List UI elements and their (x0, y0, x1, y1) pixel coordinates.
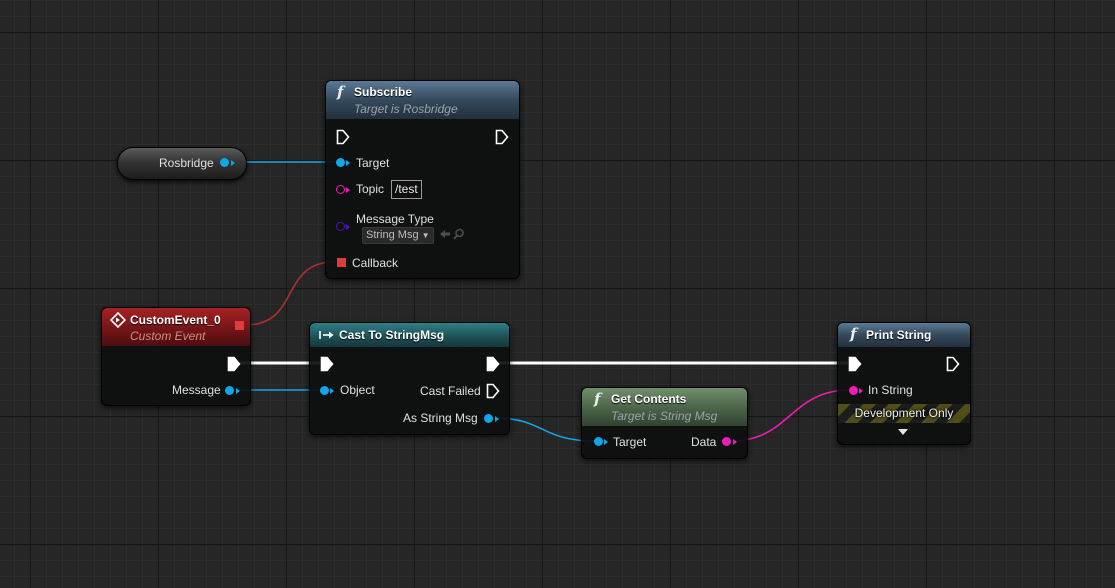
rosbridge-output-pin[interactable] (220, 158, 229, 167)
pin-arrow-icon (330, 388, 334, 394)
as-string-msg-output-pin[interactable] (484, 414, 493, 423)
pin-arrow-icon (859, 388, 863, 394)
message-type-label: Message Type (356, 212, 434, 226)
subscribe-node-title: Subscribe (354, 85, 413, 99)
custom-event-node[interactable]: CustomEvent_0 Custom Event Message (101, 307, 251, 406)
exec-output-pin[interactable] (227, 356, 241, 372)
print-string-node-title: Print String (866, 328, 932, 342)
custom-event-node-title: CustomEvent_0 (130, 313, 221, 327)
rosbridge-variable-label: Rosbridge (159, 156, 214, 170)
function-icon: f (850, 325, 857, 343)
topic-label: Topic (356, 182, 385, 196)
event-delegate-output-pin[interactable] (235, 321, 244, 330)
pin-arrow-icon (495, 416, 499, 422)
print-string-node[interactable]: f Print String In String Development Onl… (837, 322, 971, 445)
object-input-pin[interactable] (320, 386, 329, 395)
dropdown-arrow-icon: ▼ (421, 231, 430, 240)
pin-arrow-icon (231, 160, 235, 166)
in-string-label: In String (868, 383, 913, 397)
exec-output-pin[interactable] (495, 129, 509, 145)
subscribe-node[interactable]: f Subscribe Target is Rosbridge Target T… (325, 80, 520, 279)
function-icon: f (594, 390, 601, 408)
object-label: Object (340, 383, 375, 397)
pin-arrow-icon (346, 187, 350, 193)
exec-output-pin[interactable] (486, 356, 500, 372)
browse-asset-search-icon[interactable] (453, 228, 465, 240)
data-output-pin[interactable] (722, 437, 731, 446)
pin-arrow-icon (604, 439, 608, 445)
function-icon: f (337, 83, 344, 101)
get-contents-node-title: Get Contents (611, 392, 687, 406)
data-label: Data (691, 435, 717, 449)
cast-failed-exec-pin[interactable] (486, 383, 500, 399)
event-diamond-icon (110, 312, 126, 328)
as-string-msg-label: As String Msg (403, 411, 478, 425)
development-only-label: Development Only (854, 406, 954, 420)
in-string-input-pin[interactable] (849, 386, 858, 395)
exec-input-pin[interactable] (336, 129, 350, 145)
pin-arrow-icon (733, 439, 737, 445)
cast-to-stringmsg-node[interactable]: Cast To StringMsg Object Cast Failed As … (309, 322, 510, 435)
target-label: Target (613, 435, 647, 449)
target-input-pin[interactable] (594, 437, 603, 446)
pin-arrow-icon (346, 160, 350, 166)
use-selected-asset-icon[interactable] (439, 229, 451, 239)
exec-input-pin[interactable] (320, 356, 334, 372)
pin-arrow-icon (236, 388, 240, 394)
topic-input-pin[interactable] (336, 185, 345, 194)
custom-event-node-subtitle: Custom Event (130, 329, 206, 343)
message-label: Message (172, 383, 221, 397)
pin-arrow-icon (346, 224, 350, 230)
message-type-input-pin[interactable] (336, 222, 345, 231)
wire-data-to-in-string[interactable] (730, 389, 851, 442)
connection-wires (232, 161, 851, 442)
subscribe-node-subtitle: Target is Rosbridge (354, 102, 458, 116)
message-type-value: String Msg (366, 229, 419, 241)
exec-output-pin[interactable] (946, 356, 960, 372)
target-input-pin[interactable] (336, 158, 345, 167)
cast-failed-label: Cast Failed (420, 384, 481, 398)
cast-icon (319, 331, 334, 339)
exec-input-pin[interactable] (848, 356, 862, 372)
topic-text-field[interactable]: /test (391, 180, 422, 199)
cast-node-title: Cast To StringMsg (339, 328, 445, 342)
get-contents-node[interactable]: f Get Contents Target is String Msg Targ… (581, 387, 748, 459)
get-contents-node-subtitle: Target is String Msg (611, 409, 718, 423)
message-output-pin[interactable] (225, 386, 234, 395)
target-label: Target (356, 156, 390, 170)
callback-delegate-pin[interactable] (337, 258, 346, 267)
wire-callback-to-event[interactable] (245, 261, 335, 326)
callback-label: Callback (352, 256, 399, 270)
rosbridge-variable-node[interactable]: Rosbridge (117, 147, 247, 180)
expand-arrow-icon[interactable] (897, 428, 909, 436)
message-type-dropdown[interactable]: String Msg ▼ (362, 227, 434, 244)
